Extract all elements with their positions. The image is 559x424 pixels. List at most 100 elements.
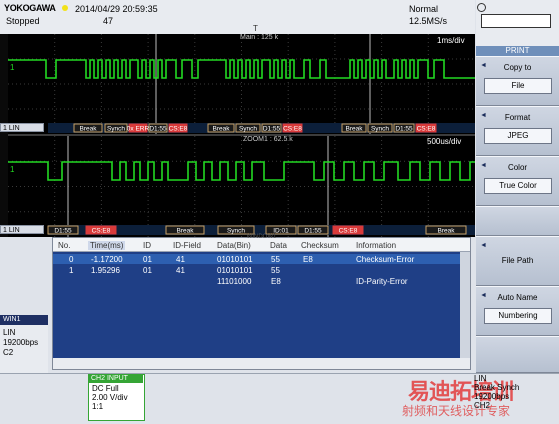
table-scrollbar[interactable]: [460, 252, 470, 358]
corner-status-box: [481, 14, 551, 28]
col-id[interactable]: ID: [143, 241, 151, 250]
zoom-timebase: 500us/div: [427, 137, 462, 146]
bus-source: C2: [3, 348, 14, 357]
acquisition-count: 47: [103, 16, 114, 26]
table-row[interactable]: 0 -1.17200 01 41 01010101 55 E8 Checksum…: [53, 254, 460, 264]
col-data[interactable]: Data: [270, 241, 287, 250]
softkey-label: Auto Name: [497, 293, 538, 302]
cell-checksum: E8: [303, 255, 313, 264]
softkey-auto-name[interactable]: ◄ Auto Name Numbering: [476, 286, 559, 336]
decode-label: CS:E8: [417, 126, 436, 133]
trigger-bitrate: 19200bps: [474, 392, 510, 401]
decode-label: Synch: [107, 126, 125, 133]
ch2-trace-main: [8, 59, 475, 79]
ch-marker: 1: [10, 165, 15, 174]
softkey-value: File: [484, 78, 552, 94]
softkey-label: Format: [504, 113, 531, 122]
ch2-probe: 1:1: [92, 402, 104, 411]
decode-label: Break: [80, 126, 98, 133]
trigger-mode: Normal: [409, 4, 439, 14]
ch2-coupling: DC Full: [92, 384, 119, 393]
status-header: [0, 0, 475, 35]
ch-marker: 1: [10, 63, 15, 72]
cell-data: 55: [271, 266, 280, 275]
cell-no: 1: [69, 266, 74, 275]
softkey-label: Copy to: [503, 63, 532, 72]
decode-label: CS:E8: [283, 126, 302, 133]
softkey-copy-to[interactable]: ◄ Copy to File: [476, 56, 559, 106]
trigger-position-marker[interactable]: T: [253, 24, 258, 33]
col-time[interactable]: Time(ms): [88, 241, 126, 250]
softkey-label: File Path: [501, 256, 534, 265]
decode-label: Synch: [371, 126, 389, 133]
softkey-format[interactable]: ◄ Format JPEG: [476, 106, 559, 156]
decode-label: CS:E8: [169, 126, 188, 133]
decode-label: D1:55: [395, 126, 413, 133]
decode-label: 0x ERR: [127, 126, 150, 133]
main-window-label: Main : 125 k: [240, 34, 279, 41]
softkey-empty[interactable]: [476, 336, 559, 373]
cell-id: 01: [143, 255, 152, 264]
table-row[interactable]: 11101000 E8 ID-Parity-Error: [53, 276, 460, 286]
softkey-color[interactable]: ◄ Color True Color: [476, 156, 559, 206]
cell-id-field: 41: [176, 266, 185, 275]
menu-title: PRINT: [476, 46, 559, 56]
table-header: WINDOW1 No. Time(ms) ID ID-Field Data(Bi…: [53, 234, 470, 252]
cell-data-bin: 01010101: [217, 255, 253, 264]
channel-strip: [0, 34, 8, 237]
cell-id: 01: [143, 266, 152, 275]
cell-data: E8: [271, 277, 281, 286]
table-row[interactable]: 1 1.95296 01 41 01010101 55: [53, 265, 460, 275]
zoom-window-label: ZOOM1 : 62.5 k: [243, 136, 293, 143]
decode-label: Break: [213, 126, 231, 133]
datetime: 2014/04/29 20:59:35: [75, 4, 158, 14]
softkey-file-path[interactable]: ◄ File Path: [476, 236, 559, 286]
waveform-display[interactable]: 1 1 Break Synch 0x ERR D1:55 CS:E8 Break Synch D1…: [8, 34, 475, 237]
logo-dot-icon: [62, 5, 68, 11]
sample-rate: 12.5MS/s: [409, 16, 448, 26]
softkey-label: Color: [507, 163, 528, 172]
trigger-source: CH2: [474, 401, 491, 410]
col-data-bin[interactable]: Data(Bin): [217, 241, 251, 250]
decode-label: Break: [346, 126, 364, 133]
decode-label: D1:55: [263, 126, 281, 133]
softkey-empty[interactable]: [476, 206, 559, 236]
ch2-scale: 2.00 V/div: [92, 393, 128, 402]
cell-info: ID-Parity-Error: [356, 277, 408, 286]
cell-data: 55: [271, 255, 280, 264]
triangle-left-icon: ◄: [480, 242, 487, 249]
col-id-field[interactable]: ID-Field: [173, 241, 201, 250]
bus-type: LIN: [3, 328, 16, 337]
table-body: 0 -1.17200 01 41 01010101 55 E8 Checksum…: [53, 252, 460, 358]
decode-table: WINDOW1 No. Time(ms) ID ID-Field Data(Bi…: [52, 234, 471, 370]
brand-logo: YOKOGAWA: [4, 3, 56, 13]
run-status: Stopped: [6, 16, 40, 26]
decode-label: Synch: [239, 126, 257, 133]
cell-time: 1.95296: [91, 266, 120, 275]
clock-icon: [477, 3, 486, 12]
trigger-info: LIN Break Synch 19200bps CH2: [474, 374, 519, 410]
cell-time: -1.17200: [91, 255, 123, 264]
bus-info-title: WIN1: [0, 315, 48, 325]
table-title: WINDOW1: [246, 234, 277, 240]
lin-bus-label-main[interactable]: 1 LIN: [0, 123, 44, 132]
cell-no: 0: [69, 255, 74, 264]
trigger-bus: LIN: [474, 374, 487, 383]
col-information[interactable]: Information: [356, 241, 396, 250]
decode-label: D1:55: [149, 126, 167, 133]
col-no[interactable]: No.: [58, 241, 70, 250]
softkey-value: True Color: [484, 178, 552, 194]
main-timebase: 1ms/div: [437, 36, 465, 45]
cell-info: Checksum-Error: [356, 255, 415, 264]
softkey-value: Numbering: [484, 308, 552, 324]
waveform-svg: 11Break Synch 0x ERR D1:55 CS:E8 Break Synch D1…: [8, 34, 475, 237]
cell-data-bin: 01010101: [217, 266, 253, 275]
cell-id-field: 41: [176, 255, 185, 264]
col-checksum[interactable]: Checksum: [301, 241, 339, 250]
trigger-condition: Break Synch: [474, 383, 520, 392]
ch2-input-title: CH2 INPUT: [88, 374, 143, 383]
lin-bus-label-zoom[interactable]: 1 LIN: [0, 225, 44, 234]
cell-data-bin: 11101000: [217, 277, 252, 286]
bus-bitrate: 19200bps: [3, 338, 39, 347]
softkey-value: JPEG: [484, 128, 552, 144]
